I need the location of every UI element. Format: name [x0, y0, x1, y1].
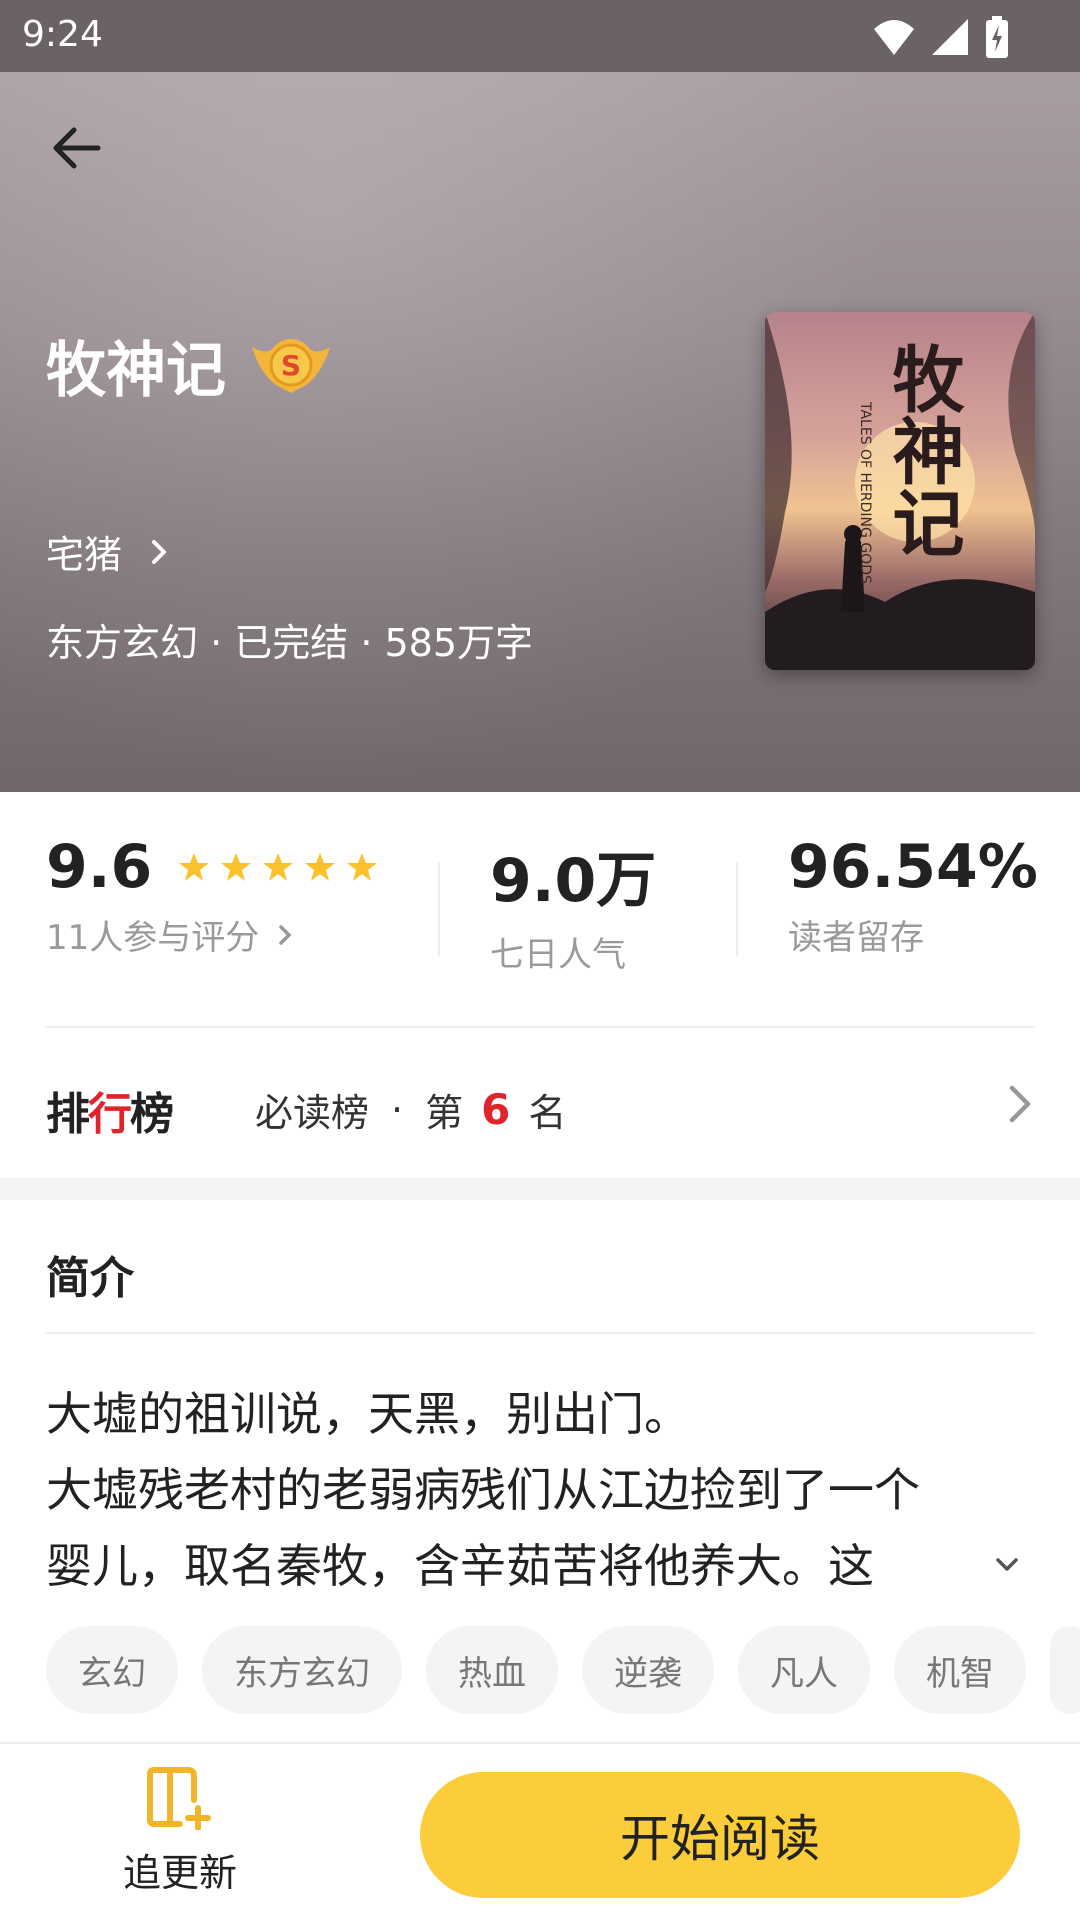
intro-text[interactable]: 大墟的祖训说，天黑，别出门。 大墟残老村的老弱病残们从江边捡到了一个 婴儿，取名… — [46, 1376, 1036, 1588]
follow-button[interactable]: 追更新 — [110, 1766, 250, 1906]
stat-divider — [736, 862, 738, 956]
star-icon — [179, 853, 210, 881]
wifi-icon — [874, 20, 914, 55]
ranking-prefix: 第 — [425, 1091, 464, 1135]
ranking-list-name: 必读榜 — [255, 1091, 370, 1135]
tag-list: 玄幻 东方玄幻 热血 逆袭 凡人 机智 — [46, 1626, 1080, 1716]
author-name: 宅猪 — [46, 533, 123, 577]
add-book-icon — [147, 1767, 211, 1830]
cover-title: 牧神记 — [880, 342, 965, 558]
bottom-action-bar: 追更新 开始阅读 — [0, 1742, 1080, 1920]
expand-chevron-icon[interactable] — [990, 1548, 1024, 1582]
star-icon — [305, 853, 336, 881]
status-icons — [872, 16, 1010, 58]
s-rank-badge-icon: S — [252, 338, 330, 393]
status-bar: 9:24 — [0, 0, 1080, 72]
divider — [46, 1332, 1034, 1334]
tag-chip-partial[interactable] — [1050, 1626, 1080, 1714]
tag-chip[interactable]: 凡人 — [738, 1626, 870, 1714]
book-title: 牧神记 — [46, 336, 226, 406]
star-icon — [347, 853, 378, 881]
ranking-number: 6 — [481, 1085, 511, 1134]
rating-value: 9.6 — [46, 832, 153, 902]
section-gap — [0, 1178, 1080, 1200]
stats-section: 9.6 11人参与评分 9.0万 七日人气 96.54% 读者留存 — [0, 792, 1080, 1027]
book-cover[interactable]: 牧神记 TALES OF HERDING GODS — [765, 312, 1035, 670]
start-reading-button[interactable]: 开始阅读 — [420, 1772, 1020, 1898]
popularity-value: 9.0万 — [490, 846, 657, 916]
book-header: 牧神记 S 宅猪 东方玄幻 · 已完结 · 585万字 牧神记 TALES OF… — [0, 72, 1080, 792]
star-icon — [263, 853, 294, 881]
tag-chip[interactable]: 热血 — [426, 1626, 558, 1714]
rating-count: 11人参与评分 — [46, 918, 260, 958]
popularity-label: 七日人气 — [490, 935, 626, 975]
follow-label: 追更新 — [122, 1851, 237, 1895]
tag-chip[interactable]: 机智 — [894, 1626, 1026, 1714]
retention-label: 读者留存 — [788, 918, 924, 958]
rating-stat[interactable]: 9.6 11人参与评分 — [46, 832, 378, 959]
chevron-right-icon — [152, 539, 167, 564]
chevron-right-icon — [1009, 1085, 1031, 1123]
back-arrow-icon[interactable] — [46, 118, 106, 178]
retention-value: 96.54% — [788, 832, 1038, 902]
author-link[interactable]: 宅猪 — [46, 524, 180, 579]
intro-line: 婴儿，取名秦牧，含辛茹苦将他养大。这 — [46, 1539, 874, 1588]
rating-stars — [178, 851, 378, 883]
book-meta: 东方玄幻 · 已完结 · 585万字 — [46, 621, 534, 665]
popularity-stat: 9.0万 七日人气 — [490, 832, 656, 976]
svg-text:S: S — [281, 349, 301, 382]
ranking-row[interactable]: 排行榜 必读榜 · 第 6 名 — [0, 1028, 1080, 1178]
ranking-dot: · — [391, 1087, 404, 1132]
tag-chip[interactable]: 东方玄幻 — [202, 1626, 402, 1714]
stat-divider — [438, 862, 440, 956]
tag-chip[interactable]: 玄幻 — [46, 1626, 178, 1714]
status-time: 9:24 — [22, 14, 103, 55]
ranking-suffix: 名 — [528, 1091, 567, 1135]
retention-stat: 96.54% 读者留存 — [788, 832, 1038, 959]
signal-icon — [932, 19, 968, 55]
chevron-right-icon — [279, 924, 292, 945]
intro-line: 大墟残老村的老弱病残们从江边捡到了一个 — [46, 1463, 920, 1517]
star-icon — [221, 853, 252, 881]
cover-subtitle: TALES OF HERDING GODS — [857, 402, 873, 584]
intro-heading: 简介 — [46, 1253, 134, 1304]
battery-icon — [986, 16, 1008, 58]
intro-line: 大墟的祖训说，天黑，别出门。 — [46, 1387, 690, 1441]
ranking-logo: 排行榜 — [46, 1089, 174, 1140]
title-row: 牧神记 S — [46, 322, 336, 409]
ranking-text: 必读榜 · 第 6 名 — [255, 1082, 566, 1137]
tag-chip[interactable]: 逆袭 — [582, 1626, 714, 1714]
